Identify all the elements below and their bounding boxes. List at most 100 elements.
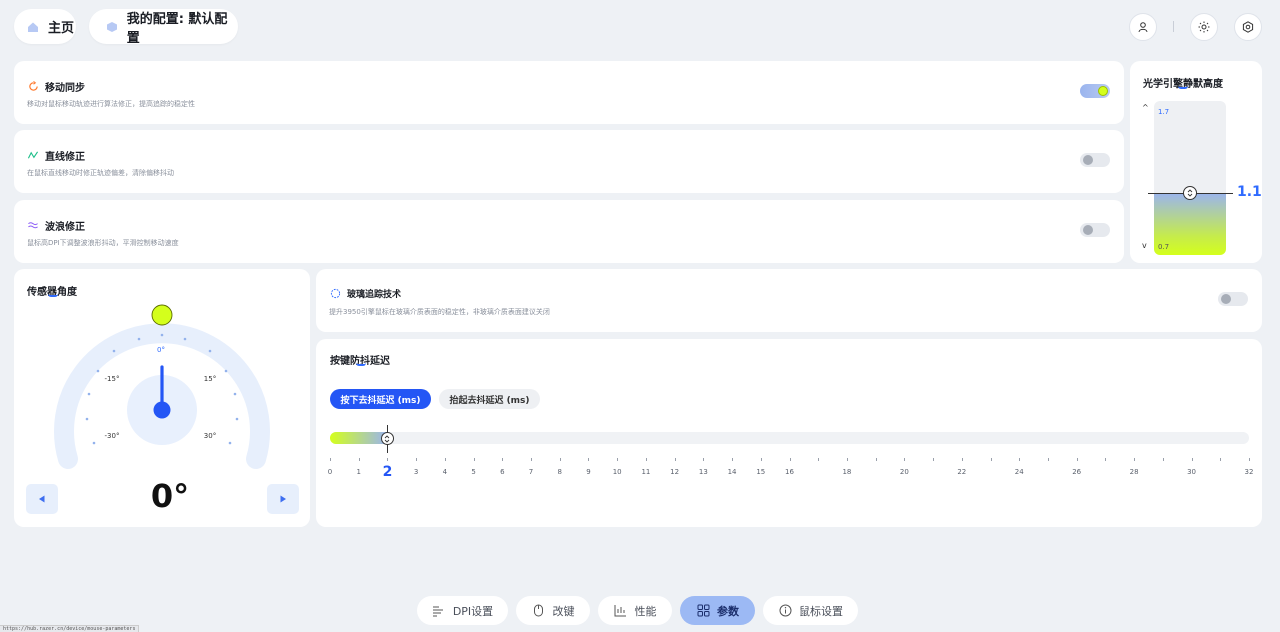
target-icon — [329, 288, 341, 300]
nav-dpi[interactable]: DPI设置 — [417, 596, 508, 625]
ripple-title: 波浪修正 — [45, 222, 85, 233]
tick-label: 3 — [413, 468, 419, 476]
toggle-knob — [1221, 294, 1231, 304]
sensor-angle-card: 传感器角度 0° -15° 15° -30° 30° 0° — [14, 269, 310, 527]
motion-sync-desc: 移动对鼠标移动轨迹进行算法修正，提高追踪的稳定性 — [27, 100, 195, 108]
ripple-title-row: 波浪修正 — [27, 218, 85, 233]
angle-decrease-button[interactable] — [26, 484, 58, 514]
theme-button[interactable] — [1190, 13, 1218, 41]
user-button[interactable] — [1129, 13, 1157, 41]
tick-mark — [416, 458, 418, 461]
tick-mark — [846, 458, 848, 461]
tick-mark — [990, 458, 992, 461]
nav-keys[interactable]: 改键 — [516, 596, 590, 625]
dial-needle-hub — [153, 401, 171, 419]
tab-release-debounce[interactable]: 抬起去抖延迟 (ms) — [439, 389, 540, 409]
straight-line-title-row: 直线修正 — [27, 148, 85, 163]
settings-button[interactable] — [1234, 13, 1262, 41]
tick-label: 20 — [899, 468, 909, 476]
tick-mark — [818, 458, 820, 461]
hexagon-settings-icon — [1242, 21, 1254, 33]
tick-mark — [1105, 458, 1107, 461]
ripple-card: 波浪修正 鼠标高DPI下调整波浪形抖动，平滑控制移动速度 — [14, 200, 1124, 263]
tick-mark — [1019, 458, 1021, 461]
tab-press-debounce[interactable]: 按下去抖延迟 (ms) — [330, 389, 431, 409]
home-button[interactable]: 主页 — [14, 9, 76, 44]
tick-mark — [1191, 458, 1193, 461]
tick-mark — [904, 458, 906, 461]
config-button[interactable]: 我的配置: 默认配置 — [89, 9, 238, 46]
tick-label: 8 — [557, 468, 562, 476]
tick-label: 12 — [670, 468, 680, 476]
dial-label-pos30: 30° — [203, 432, 217, 440]
straight-line-toggle[interactable] — [1080, 153, 1110, 167]
tick-mark — [760, 458, 762, 461]
status-url: https://hub.razer.cn/device/mouse-parame… — [0, 625, 140, 632]
tick-mark — [1249, 458, 1250, 461]
cube-icon — [105, 20, 119, 34]
nav-mouse-settings[interactable]: 鼠标设置 — [763, 596, 858, 625]
lod-slider-track[interactable]: 1.7 0.7 — [1154, 101, 1226, 255]
lod-min-label: 0.7 — [1158, 243, 1170, 251]
tick-mark — [875, 458, 877, 461]
tick-mark — [732, 458, 734, 461]
home-icon — [26, 20, 40, 34]
tick-mark — [1134, 458, 1136, 461]
nav-dpi-label: DPI设置 — [452, 604, 494, 618]
tick-mark — [559, 458, 561, 461]
nav-params-label: 参数 — [717, 604, 739, 618]
tick-mark — [358, 458, 360, 461]
debounce-value: 2 — [382, 464, 393, 480]
wave-icon — [27, 220, 39, 232]
info-icon — [778, 604, 792, 618]
motion-sync-toggle[interactable] — [1080, 84, 1110, 98]
glass-card: 玻璃追踪技术 提升3950引擎鼠标在玻璃介质表面的稳定性，非玻璃介质表面建议关闭 — [316, 269, 1262, 332]
tick-label: 26 — [1072, 468, 1082, 476]
nav-performance[interactable]: 性能 — [598, 596, 672, 625]
dial-label-pos15: 15° — [203, 375, 217, 383]
sun-icon — [1198, 21, 1210, 33]
user-icon — [1138, 22, 1148, 33]
motion-sync-title: 移动同步 — [45, 83, 85, 94]
straight-line-card: 直线修正 在鼠标直线移动时修正轨迹偏差，清除偏移抖动 — [14, 130, 1124, 193]
glass-toggle[interactable] — [1218, 292, 1248, 306]
tick-label: 1 — [356, 468, 361, 476]
dial-handle[interactable] — [151, 304, 173, 326]
tick-mark — [1047, 458, 1049, 461]
motion-sync-card: 移动同步 移动对鼠标移动轨迹进行算法修正，提高追踪的稳定性 — [14, 61, 1124, 124]
dial-label-0: 0° — [157, 346, 165, 354]
tick-mark — [645, 458, 647, 461]
tick-mark — [674, 458, 676, 461]
nav-performance-label: 性能 — [634, 604, 657, 618]
tick-label: 7 — [528, 468, 534, 476]
tick-mark — [617, 458, 619, 461]
tick-mark — [531, 458, 533, 461]
debounce-slider-handle[interactable] — [380, 432, 394, 445]
config-label: 我的配置: 默认配置 — [126, 11, 228, 46]
glass-title: 玻璃追踪技术 — [347, 290, 402, 300]
triangle-left-icon — [39, 495, 45, 503]
updown-icon — [1187, 189, 1193, 198]
debounce-slider-track[interactable] — [330, 432, 1249, 444]
tick-mark — [444, 458, 446, 461]
tick-label: 11 — [641, 468, 651, 476]
nav-params[interactable]: 参数 — [680, 596, 755, 625]
tick-mark — [1220, 458, 1222, 461]
tick-mark — [330, 458, 331, 461]
toggle-knob — [1098, 86, 1108, 96]
tick-label: 15 — [756, 468, 766, 476]
tick-label: 22 — [957, 468, 967, 476]
glass-desc: 提升3950引擎鼠标在玻璃介质表面的稳定性，非玻璃介质表面建议关闭 — [329, 308, 550, 316]
motion-sync-title-row: 移动同步 — [27, 79, 85, 94]
tick-mark — [473, 458, 475, 461]
tick-label: 14 — [727, 468, 737, 476]
glass-title-row: 玻璃追踪技术 — [329, 287, 401, 300]
angle-increase-button[interactable] — [267, 484, 299, 514]
tick-label: 10 — [612, 468, 622, 476]
tick-label: 24 — [1014, 468, 1024, 476]
nav-mouse-settings-label: 鼠标设置 — [799, 604, 843, 618]
title-underline — [356, 363, 366, 366]
tick-mark — [387, 458, 389, 461]
ripple-toggle[interactable] — [1080, 223, 1110, 237]
chart-icon — [614, 604, 628, 618]
